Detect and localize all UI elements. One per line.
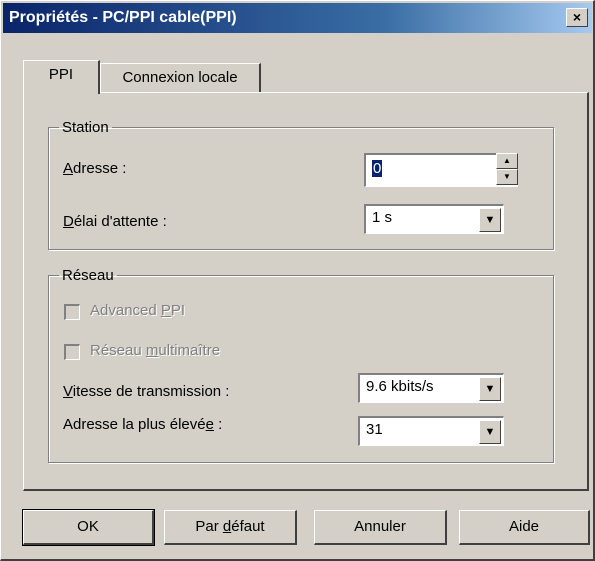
spin-up-icon[interactable]: ▲	[496, 153, 518, 169]
ok-button[interactable]: OK	[22, 509, 155, 546]
title-bar[interactable]: Propriétés - PC/PPI cable(PPI) ×	[3, 3, 592, 33]
highest-address-select[interactable]: 31 ▼	[358, 416, 504, 446]
dropdown-arrow-icon[interactable]: ▼	[479, 420, 501, 444]
speed-label: Vitesse de transmission :	[63, 383, 230, 400]
multimaster-checkbox[interactable]	[64, 344, 80, 360]
dropdown-arrow-icon[interactable]: ▼	[479, 377, 501, 401]
properties-dialog: Propriétés - PC/PPI cable(PPI) × PPI Con…	[0, 0, 595, 561]
tab-local-connection-label: Connexion locale	[122, 69, 238, 86]
station-legend: Station	[62, 119, 109, 136]
help-button[interactable]: Aide	[459, 510, 590, 545]
speed-value: 9.6 kbits/s	[366, 378, 434, 395]
network-legend: Réseau	[62, 267, 114, 284]
advanced-ppi-label: Advanced PPI	[90, 302, 186, 319]
address-value: 0	[372, 160, 383, 177]
tab-ppi[interactable]: PPI	[23, 60, 100, 94]
highest-address-label: Adresse la plus élevée :	[63, 416, 223, 433]
address-input[interactable]: 0	[364, 153, 518, 187]
cancel-button[interactable]: Annuler	[314, 510, 447, 545]
tab-local-connection[interactable]: Connexion locale	[100, 63, 261, 93]
timeout-select[interactable]: 1 s ▼	[364, 204, 504, 234]
default-button[interactable]: Par défaut	[164, 510, 297, 545]
address-spinner[interactable]: ▲ ▼	[496, 153, 520, 187]
advanced-ppi-checkbox[interactable]	[64, 304, 80, 320]
highest-address-value: 31	[366, 421, 383, 438]
address-label: Adresse :	[63, 160, 127, 177]
tab-ppi-label: PPI	[48, 66, 74, 83]
window-title: Propriétés - PC/PPI cable(PPI)	[9, 9, 237, 26]
multimaster-label: Réseau multimaître	[90, 342, 221, 359]
dropdown-arrow-icon[interactable]: ▼	[479, 208, 501, 232]
timeout-value: 1 s	[372, 209, 393, 226]
close-icon[interactable]: ×	[566, 8, 588, 27]
speed-select[interactable]: 9.6 kbits/s ▼	[358, 373, 504, 403]
spin-down-icon[interactable]: ▼	[496, 169, 518, 185]
timeout-label: Délai d'attente :	[63, 213, 167, 230]
tab-panel: Station Adresse : 0 ▲ ▼ Délai d'attente …	[23, 92, 589, 491]
